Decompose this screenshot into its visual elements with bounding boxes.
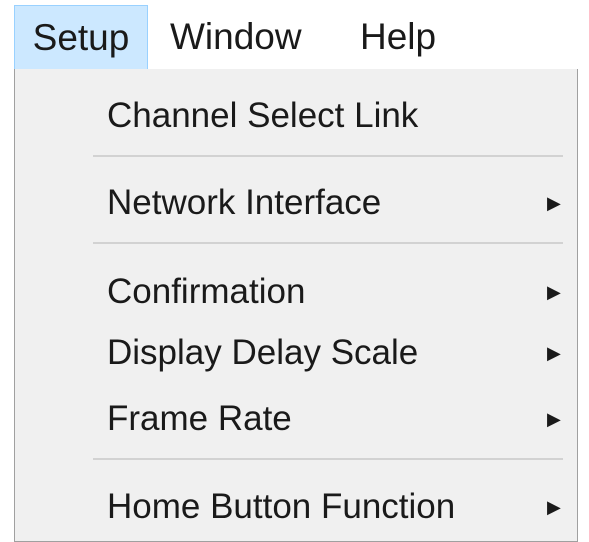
setup-dropdown-menu: Channel Select Link Network Interface ▶ … bbox=[14, 69, 578, 542]
menu-bar: Setup Window Help bbox=[0, 0, 589, 69]
menu-item-label: Confirmation bbox=[107, 272, 306, 311]
menu-separator bbox=[93, 155, 563, 157]
menu-separator bbox=[93, 242, 563, 244]
menu-item-home-button-function[interactable]: Home Button Function ▶ bbox=[15, 487, 577, 527]
menu-item-label: Network Interface bbox=[107, 183, 382, 222]
menu-item-confirmation[interactable]: Confirmation ▶ bbox=[15, 272, 577, 312]
menu-item-network-interface[interactable]: Network Interface ▶ bbox=[15, 183, 577, 223]
menu-item-frame-rate[interactable]: Frame Rate ▶ bbox=[15, 399, 577, 439]
menu-item-label: Home Button Function bbox=[107, 487, 456, 526]
menu-window[interactable]: Window bbox=[170, 5, 330, 69]
submenu-arrow-icon: ▶ bbox=[547, 343, 561, 363]
submenu-arrow-icon: ▶ bbox=[547, 497, 561, 517]
menu-help[interactable]: Help bbox=[360, 5, 460, 69]
menu-item-label: Channel Select Link bbox=[107, 96, 419, 135]
menu-item-display-delay-scale[interactable]: Display Delay Scale ▶ bbox=[15, 333, 577, 373]
menu-item-label: Frame Rate bbox=[107, 399, 292, 438]
menu-setup[interactable]: Setup bbox=[14, 5, 148, 69]
menu-separator bbox=[93, 458, 563, 460]
menu-item-channel-select-link[interactable]: Channel Select Link bbox=[15, 96, 577, 136]
submenu-arrow-icon: ▶ bbox=[547, 409, 561, 429]
submenu-arrow-icon: ▶ bbox=[547, 282, 561, 302]
menu-item-label: Display Delay Scale bbox=[107, 333, 419, 372]
submenu-arrow-icon: ▶ bbox=[547, 193, 561, 213]
